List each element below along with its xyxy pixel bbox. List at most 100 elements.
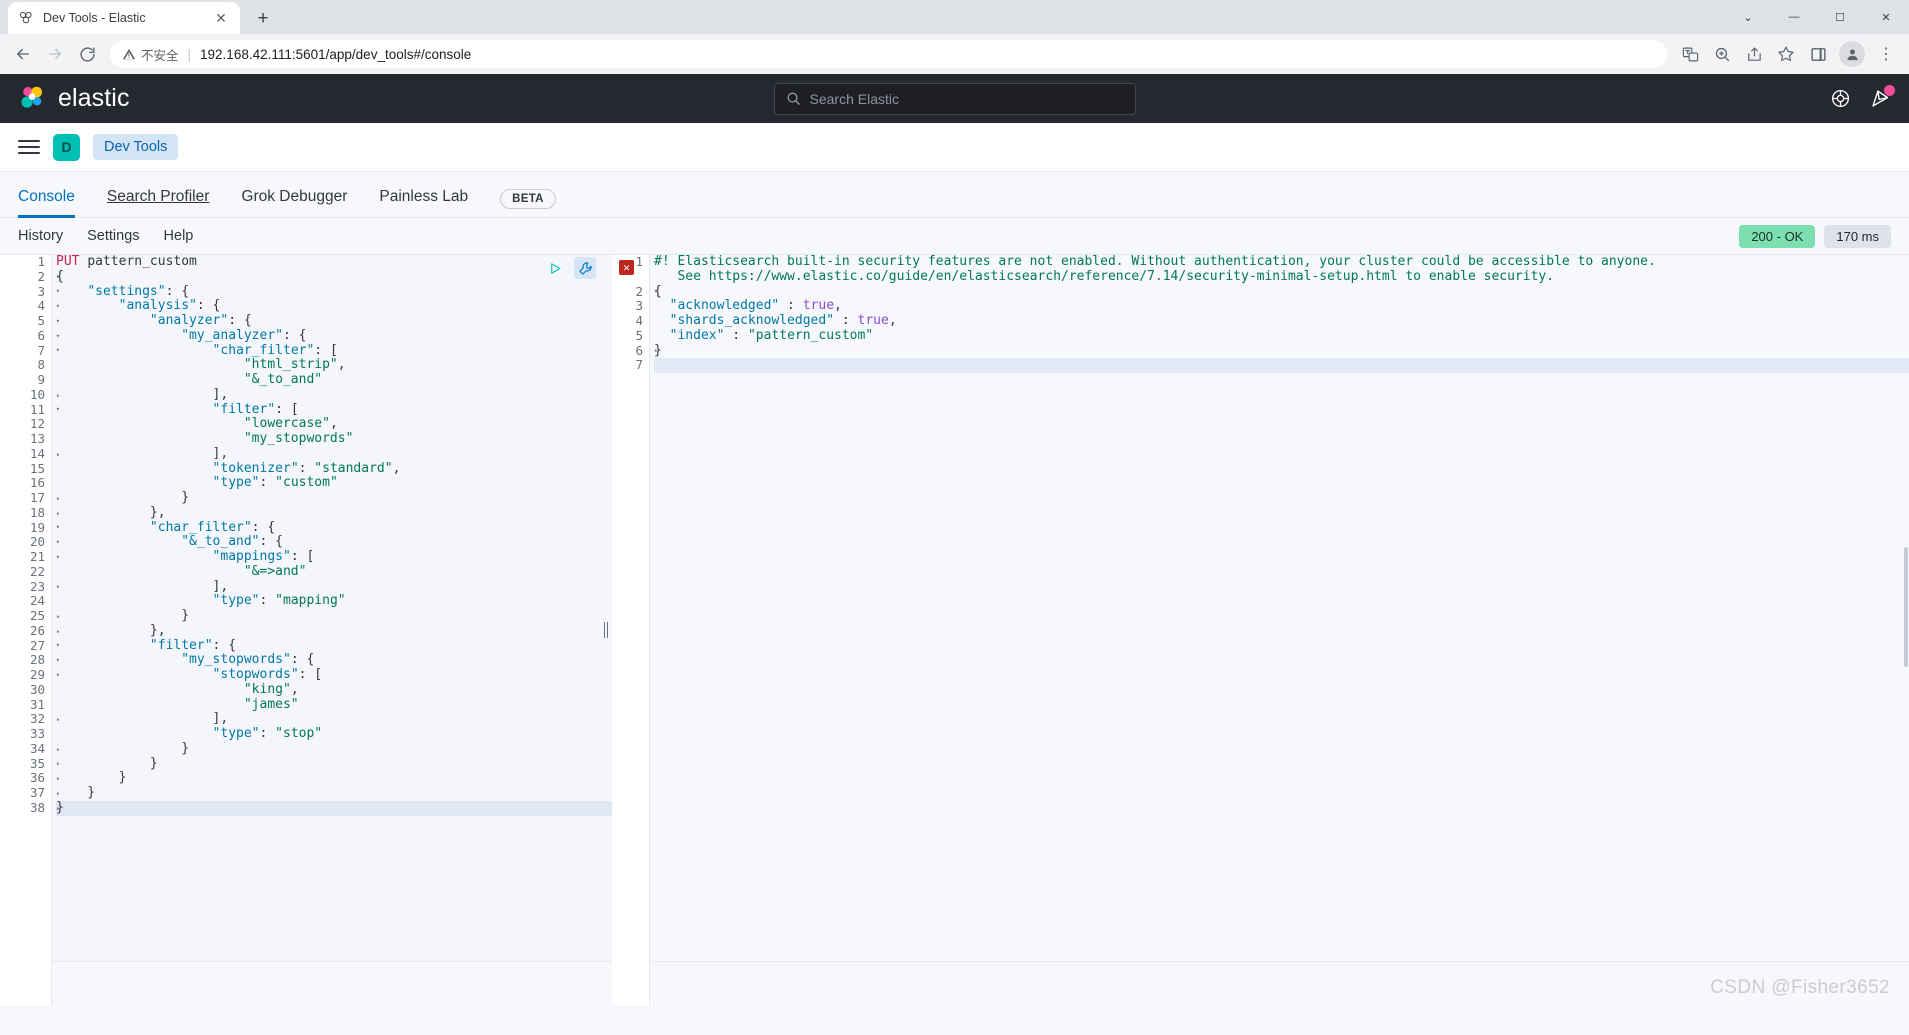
response-scrollbar[interactable] xyxy=(1904,547,1908,667)
minimize-window-button[interactable]: — xyxy=(1771,0,1817,34)
fold-toggle-icon[interactable]: ▾ xyxy=(56,671,60,679)
line-number: 4 ▾ xyxy=(37,298,60,314)
sidepanel-icon[interactable] xyxy=(1803,39,1833,69)
fold-toggle-icon[interactable]: ▾ xyxy=(56,273,60,281)
fold-toggle-icon[interactable]: ▴ xyxy=(56,789,60,797)
close-tab-icon[interactable]: ✕ xyxy=(212,9,230,27)
tab-search-dropdown-icon[interactable]: ⌄ xyxy=(1725,0,1771,34)
fold-toggle-icon[interactable]: ▴ xyxy=(56,760,60,767)
code-line: "my_stopwords" xyxy=(243,431,354,446)
address-bar[interactable]: 不安全 | 192.168.42.111:5601/app/dev_tools#… xyxy=(110,40,1667,68)
space-avatar[interactable]: D xyxy=(53,133,80,161)
elastic-favicon xyxy=(19,11,32,24)
fold-toggle-icon[interactable]: ▾ xyxy=(56,303,60,310)
code-line: "&=>and" xyxy=(243,563,307,579)
code-line: "filter": { xyxy=(149,637,237,653)
fold-toggle-icon[interactable]: ▴ xyxy=(56,391,60,399)
console-editor-area: 1 2 ▾ 3 ▾ 4 ▾ 5 ▾ 6 ▾ 7 ▾ 8 9 10 ▴ 11 ▾ 12 13 14 ▴ 15 16 17 ▴ 18 ▴ 19… xyxy=(0,254,1909,1005)
back-icon[interactable] xyxy=(8,39,38,69)
fold-toggle-icon[interactable]: ▾ xyxy=(56,347,60,354)
line-number: 36 ▴ xyxy=(29,770,60,786)
close-window-button[interactable]: ✕ xyxy=(1863,0,1909,34)
line-number: 22 xyxy=(29,563,45,579)
settings-button[interactable]: Settings xyxy=(87,228,139,244)
tab-console[interactable]: Console xyxy=(18,188,91,218)
tab-console-label: Console xyxy=(18,188,75,205)
code-line: See https://www.elastic.co/guide/en/elas… xyxy=(654,268,1555,284)
fold-toggle-icon[interactable]: ▾ xyxy=(56,332,60,340)
fold-toggle-icon[interactable]: ▾ xyxy=(56,657,60,664)
security-label: 不安全 xyxy=(141,48,179,63)
fold-toggle-icon[interactable]: ▾ xyxy=(56,288,60,295)
history-button[interactable]: History xyxy=(18,228,63,244)
code-line: "my_analyzer": { xyxy=(181,327,307,343)
code-line: "tokenizer": "standard", xyxy=(212,460,401,476)
code-line: ], xyxy=(56,578,229,594)
request-editor-code[interactable]: PUT pattern_custom{ "settings": { "analy… xyxy=(52,255,612,1005)
fold-toggle-icon[interactable]: ▾ xyxy=(56,539,60,546)
watermark: CSDN @Fisher3652 xyxy=(1710,977,1890,998)
fold-toggle-icon[interactable]: ▾ xyxy=(56,406,60,413)
editor-footer-strip xyxy=(0,961,1909,1005)
new-tab-button[interactable]: + xyxy=(249,4,277,32)
tab-painless-lab[interactable]: Painless Lab xyxy=(379,188,484,217)
fold-toggle-icon[interactable]: ▾ xyxy=(56,553,60,561)
news-announcement-icon[interactable] xyxy=(1867,84,1895,112)
fold-toggle-icon[interactable]: ▴ xyxy=(654,347,658,354)
response-viewer-pane[interactable]: 1 2 ▾ 3 4 5 6 ▴ 7 ✕ #! Elasticsearch built-in se… xyxy=(612,255,1909,1005)
tab-grok-debugger[interactable]: Grok Debugger xyxy=(241,188,363,217)
status-badge: 200 - OK xyxy=(1739,224,1816,248)
fold-toggle-icon[interactable]: ▴ xyxy=(56,775,60,782)
response-line-number-gutter: 1 2 ▾ 3 4 5 6 ▴ 7 xyxy=(612,255,658,1005)
code-line: } xyxy=(56,785,96,800)
error-marker-icon[interactable]: ✕ xyxy=(619,260,634,275)
fold-toggle-icon[interactable]: ▴ xyxy=(56,583,60,590)
fold-toggle-icon[interactable]: ▴ xyxy=(56,716,60,723)
line-number: 34 ▴ xyxy=(29,740,60,756)
fold-toggle-icon[interactable]: ▾ xyxy=(56,317,60,325)
fold-toggle-icon[interactable]: ▾ xyxy=(654,288,658,295)
pane-splitter[interactable] xyxy=(600,255,612,1005)
fold-toggle-icon[interactable]: ▴ xyxy=(56,509,60,517)
maximize-window-button[interactable]: ☐ xyxy=(1817,0,1863,34)
fold-toggle-icon[interactable]: ▾ xyxy=(56,642,60,649)
bookmark-star-icon[interactable] xyxy=(1771,39,1801,69)
translate-icon[interactable] xyxy=(1675,39,1705,69)
search-input[interactable] xyxy=(809,90,1124,107)
elastic-wordmark: elastic xyxy=(58,84,130,112)
browser-menu-icon[interactable]: ⋮ xyxy=(1871,39,1901,69)
fold-toggle-icon[interactable]: ▾ xyxy=(56,524,60,531)
site-security-indicator[interactable]: 不安全 xyxy=(122,45,179,64)
request-editor-pane[interactable]: 1 2 ▾ 3 ▾ 4 ▾ 5 ▾ 6 ▾ 7 ▾ 8 9 10 ▴ 11 ▾ 12 13 14 ▴ 15 16 17 ▴ 18 ▴ 19… xyxy=(0,255,612,1005)
fold-toggle-icon[interactable]: ▴ xyxy=(56,745,60,753)
fold-toggle-icon[interactable]: ▴ xyxy=(56,804,60,812)
fold-toggle-icon[interactable]: ▴ xyxy=(56,450,60,458)
reload-icon[interactable] xyxy=(72,39,102,69)
elastic-logo[interactable]: elastic xyxy=(18,84,130,113)
global-search-bar[interactable] xyxy=(773,82,1136,115)
forward-icon[interactable] xyxy=(40,39,70,69)
code-line: "king", xyxy=(243,681,299,697)
hamburger-menu-icon[interactable] xyxy=(18,136,40,158)
help-icon[interactable] xyxy=(1827,86,1853,112)
code-line: "shards_acknowledged" : true, xyxy=(669,313,897,328)
breadcrumb[interactable]: Dev Tools xyxy=(93,134,179,160)
share-icon[interactable] xyxy=(1739,39,1769,69)
browser-tab[interactable]: Dev Tools - Elastic ✕ xyxy=(8,2,240,34)
dev-tools-tabs: Console Search Profiler Grok Debugger Pa… xyxy=(0,172,1909,218)
line-number: 27 ▾ xyxy=(29,637,60,653)
code-line: "type": "mapping" xyxy=(212,593,346,609)
code-line: ], xyxy=(56,386,229,402)
code-line: { xyxy=(56,268,64,284)
wrench-icon[interactable] xyxy=(574,257,596,279)
fold-toggle-icon[interactable]: ▴ xyxy=(56,494,60,502)
tab-search-profiler[interactable]: Search Profiler xyxy=(107,188,226,217)
zoom-icon[interactable] xyxy=(1707,39,1737,69)
fold-toggle-icon[interactable]: ▴ xyxy=(56,612,60,620)
beta-badge: BETA xyxy=(500,189,556,209)
help-button[interactable]: Help xyxy=(164,228,194,244)
profile-avatar[interactable] xyxy=(1839,41,1865,67)
code-line: }, xyxy=(56,504,166,520)
play-request-icon[interactable] xyxy=(544,257,566,279)
fold-toggle-icon[interactable]: ▴ xyxy=(56,627,60,635)
